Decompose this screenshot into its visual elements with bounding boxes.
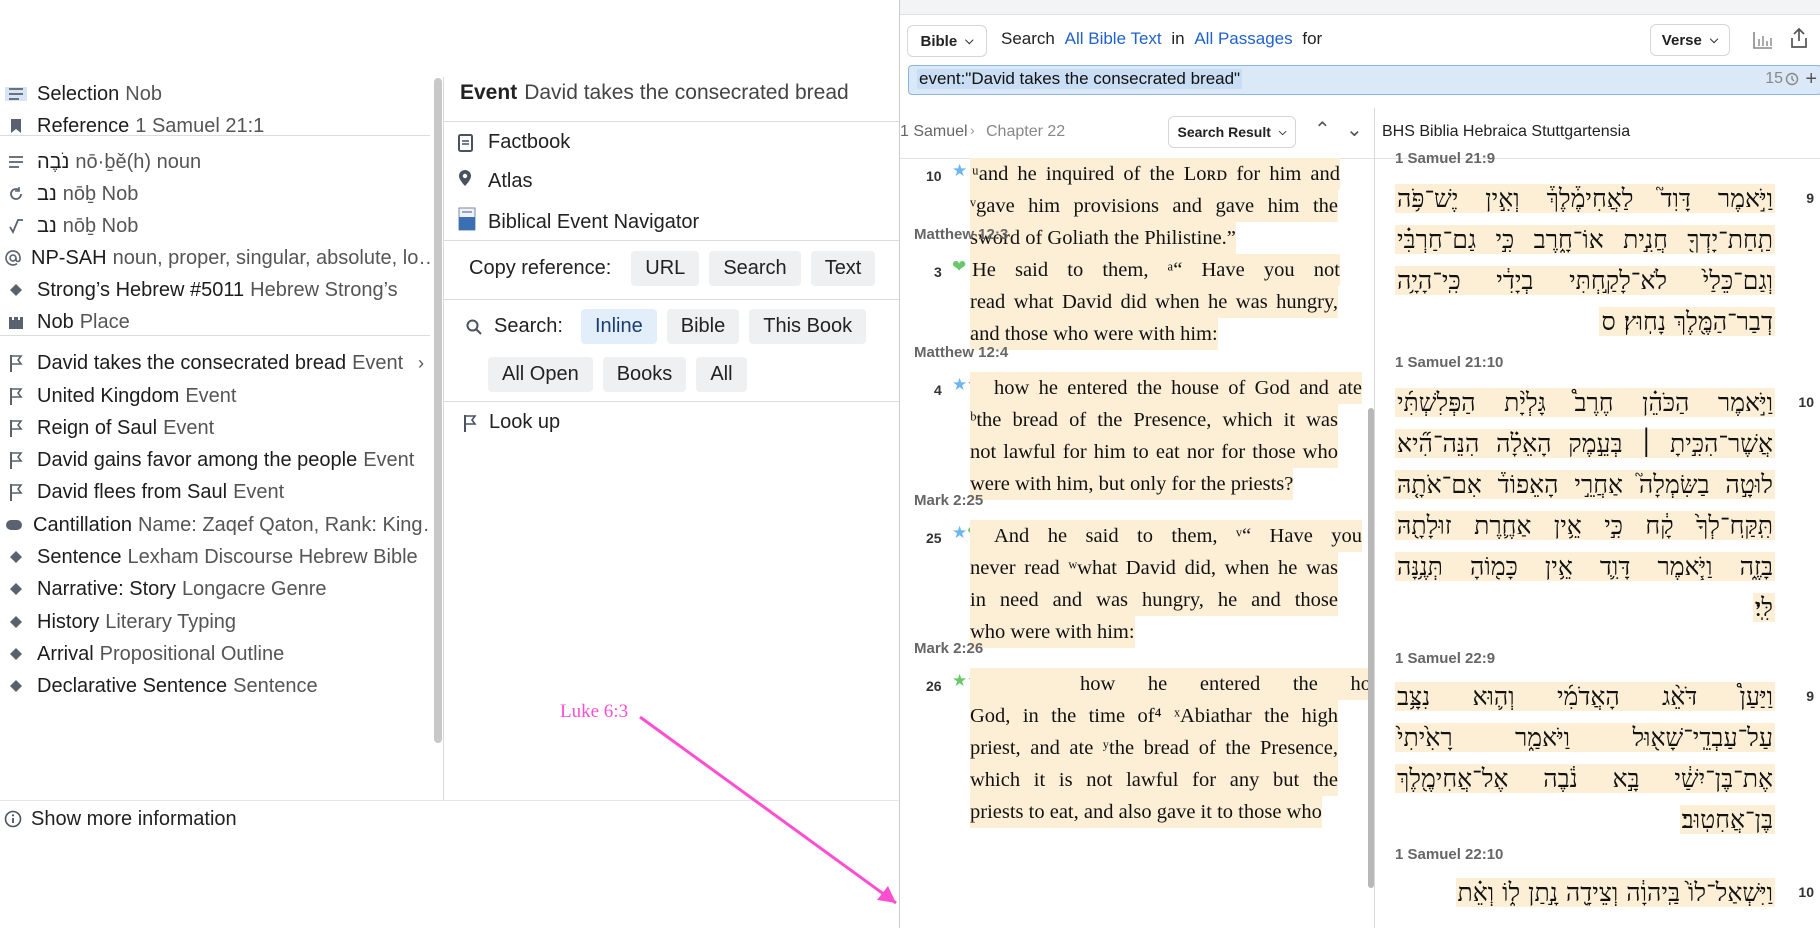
annotation-arrow — [639, 715, 897, 905]
